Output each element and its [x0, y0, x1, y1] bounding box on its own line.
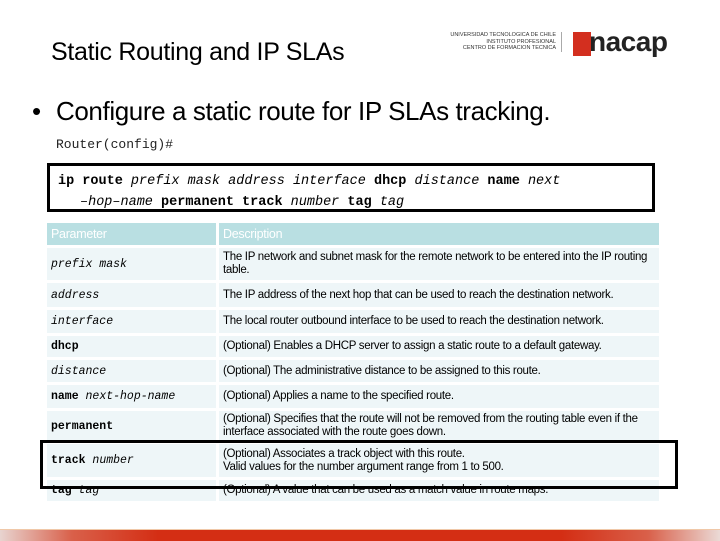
footer-bar — [0, 529, 720, 541]
command-token-italic: –hop–name — [80, 195, 153, 210]
institution-line: CENTRO DE FORMACION TECNICA — [462, 45, 556, 52]
command-token-italic: number — [290, 195, 340, 210]
command-token-bold: ip route — [58, 174, 123, 189]
command-token-bold: dhcp — [373, 174, 407, 189]
bullet-point: • Configure a static route for IP SLAs tr… — [32, 96, 551, 127]
parameter-cell: interface — [47, 310, 216, 333]
description-cell: (Optional) Enables a DHCP server to assi… — [219, 336, 659, 357]
description-cell: (Optional) The administrative distance t… — [219, 360, 659, 382]
table-row: address The IP address of the next hop th… — [47, 283, 659, 307]
command-token-italic: next — [527, 174, 561, 189]
table-row: interface The local router outbound inter… — [47, 310, 659, 333]
parameter-token-bold: name — [51, 390, 79, 403]
table-row: name next-hop-name (Optional) Applies a n… — [47, 385, 659, 408]
command-token-italic: prefix mask address interface — [130, 174, 366, 189]
command-token-italic: tag — [379, 195, 405, 210]
command-token-italic: distance — [414, 174, 480, 189]
institution-line: INSTITUTO PROFESIONAL — [486, 38, 556, 45]
parameter-token-italic: address — [51, 288, 100, 302]
table-header-row: Parameter Description — [47, 223, 659, 245]
parameter-token-bold: dhcp — [51, 340, 79, 353]
description-cell: The IP network and subnet mask for the r… — [219, 248, 659, 280]
parameter-token-italic: prefix mask — [51, 257, 127, 271]
institution-text: UNIVERSIDAD TECNOLOGICA DE CHILE INSTITU… — [436, 32, 562, 52]
command-token-bold: name — [487, 174, 520, 189]
institution-line: UNIVERSIDAD TECNOLOGICA DE CHILE — [450, 32, 556, 38]
parameter-token-bold: permanent — [51, 419, 114, 433]
parameter-cell: address — [47, 283, 216, 307]
bullet-icon: • — [32, 96, 41, 126]
header-parameter: Parameter — [47, 223, 216, 245]
parameter-token-italic: next-hop-name — [85, 390, 176, 403]
header-description: Description — [219, 223, 659, 245]
command-line-1: ip route prefix mask address interface d… — [58, 171, 652, 192]
parameter-cell: permanent — [47, 411, 216, 441]
parameter-cell: prefix mask — [47, 248, 216, 280]
inacap-logo-text: nacap — [589, 26, 668, 57]
command-syntax-box: ip route prefix mask address interface d… — [47, 163, 655, 212]
router-prompt: Router(config)# — [56, 137, 174, 152]
command-token-bold: tag — [347, 195, 372, 210]
table-row: permanent (Optional) Specifies that the r… — [47, 411, 659, 441]
bullet-text: Configure a static route for IP SLAs tra… — [56, 96, 551, 126]
command-line-2: –hop–name permanent track number tag tag — [58, 192, 652, 213]
command-token-bold: permanent track — [161, 195, 283, 210]
parameter-cell: distance — [47, 360, 216, 382]
parameter-cell: name next-hop-name — [47, 385, 216, 408]
parameter-token-italic: distance — [51, 364, 107, 378]
table-row: dhcp (Optional) Enables a DHCP server to … — [47, 336, 659, 357]
description-cell: The IP address of the next hop that can … — [219, 283, 659, 307]
table-row: distance (Optional) The administrative di… — [47, 360, 659, 382]
table-row: prefix mask The IP network and subnet mas… — [47, 248, 659, 280]
slide-title: Static Routing and IP SLAs — [51, 38, 345, 66]
track-row-highlight — [40, 440, 678, 489]
description-cell: The local router outbound interface to b… — [219, 310, 659, 333]
parameter-cell: dhcp — [47, 336, 216, 357]
description-cell: (Optional) Applies a name to the specifi… — [219, 385, 659, 408]
parameter-token-italic: interface — [51, 315, 114, 328]
description-cell: (Optional) Specifies that the route will… — [219, 411, 659, 441]
